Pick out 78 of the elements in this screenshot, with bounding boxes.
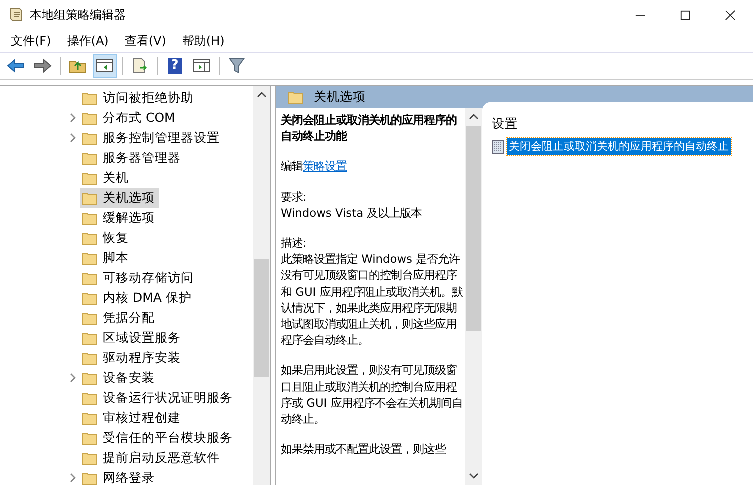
export-list-icon	[131, 58, 149, 74]
scrollbar-thumb[interactable]	[254, 259, 269, 377]
scroll-up-icon[interactable]	[256, 92, 266, 98]
tree-item[interactable]: 访问被拒绝协助	[80, 88, 198, 108]
tree-item[interactable]: 审核过程创建	[80, 408, 185, 428]
show-tree-button[interactable]	[93, 54, 117, 78]
edit-label: 编辑	[281, 159, 303, 174]
forward-arrow-icon	[34, 58, 52, 74]
folder-up-icon	[69, 58, 87, 74]
folder-icon	[82, 452, 98, 464]
expand-chevron-icon[interactable]	[70, 373, 76, 383]
scrollbar[interactable]	[465, 108, 482, 485]
tree-item[interactable]: 服务器管理器	[80, 148, 185, 168]
folder-icon	[82, 172, 98, 184]
tree-item[interactable]: 恢复	[80, 228, 133, 248]
column-header[interactable]: 设置	[492, 116, 753, 138]
folder-icon	[82, 352, 98, 364]
scroll-up-icon[interactable]	[468, 114, 478, 120]
scrollbar-thumb[interactable]	[466, 126, 481, 331]
tree-item[interactable]: 内核 DMA 保护	[80, 288, 196, 308]
app-icon	[8, 7, 24, 23]
tree-item[interactable]: 凭据分配	[80, 308, 159, 328]
pane-right-icon	[193, 58, 211, 74]
scroll-down-icon[interactable]	[468, 473, 478, 479]
requirement-label: 要求:	[281, 188, 308, 205]
folder-icon	[82, 252, 98, 264]
folder-icon	[82, 232, 98, 244]
tree-item[interactable]: 脚本	[80, 248, 133, 268]
folder-icon	[82, 192, 98, 204]
description-label: 描述:	[281, 235, 308, 252]
menu-item[interactable]: 操作(A)	[60, 30, 116, 52]
tree-item[interactable]: 可移动存储访问	[80, 268, 198, 288]
expand-chevron-icon[interactable]	[70, 473, 76, 483]
tree-item[interactable]: 设备安装	[80, 368, 159, 388]
header-title: 关机选项	[314, 88, 366, 106]
tree-item[interactable]: 驱动程序安装	[80, 348, 185, 368]
menu-item[interactable]: 文件(F)	[4, 30, 58, 52]
folder-icon	[82, 332, 98, 344]
tree-item[interactable]: 服务控制管理器设置	[80, 128, 224, 148]
tree-item[interactable]: 分布式 COM	[80, 108, 180, 128]
tree-item[interactable]: 设备运行状况证明服务	[80, 388, 237, 408]
folder-icon	[82, 392, 98, 404]
folder-icon	[82, 312, 98, 324]
folder-icon	[82, 292, 98, 304]
folder-icon	[82, 272, 98, 284]
tree-item[interactable]: 缓解选项	[80, 208, 159, 228]
folder-icon	[82, 92, 98, 104]
window-title: 本地组策略编辑器	[30, 6, 126, 24]
folder-icon	[82, 132, 98, 144]
description-text: 如果禁用或不配置此设置，则这些	[281, 441, 448, 458]
filter-icon	[228, 58, 246, 74]
tree-item[interactable]: 区域设置服务	[80, 328, 185, 348]
folder-icon	[82, 112, 98, 124]
folder-icon	[82, 372, 98, 384]
policy-title: 关闭会阻止或取消关机的应用程序的自动终止功能	[281, 112, 458, 144]
policy-setting-icon	[492, 140, 504, 154]
scrollbar[interactable]	[253, 86, 270, 485]
pane-left-icon	[96, 58, 114, 74]
folder-icon	[82, 472, 98, 484]
requirement-text: Windows Vista 及以上版本	[281, 204, 424, 222]
tree-item[interactable]: 提前启动反恶意软件	[80, 448, 224, 468]
setting-item[interactable]: 关闭会阻止或取消关机的应用程序的自动终止	[507, 138, 731, 155]
description-text: 如果启用此设置，则没有可见顶级窗口且阻止或取消关机的控制台应用程序或 GUI 应用程序不会在关机期间自动终止。	[281, 362, 463, 428]
back-arrow-icon	[7, 58, 25, 74]
tree-item[interactable]: 网络登录	[80, 468, 159, 485]
folder-icon	[288, 90, 304, 104]
policy-settings-link[interactable]: 策略设置	[303, 159, 347, 174]
folder-icon	[82, 212, 98, 224]
help-button[interactable]: ?	[163, 54, 187, 78]
tree-item[interactable]: 关机	[80, 168, 133, 188]
menu-item[interactable]: 帮助(H)	[175, 30, 232, 52]
description-text: 此策略设置指定 Windows 是否允许没有可见顶级窗口的控制台应用程序和 GUI 应用程序阻止或取消关机。默认情况下，如果此类应用程序无限期地试图取消或阻止关机，则这些应用程序会自动终止。	[281, 251, 463, 348]
tree-item[interactable]: 受信任的平台模块服务	[80, 428, 237, 448]
tree-item[interactable]: 关机选项	[80, 188, 159, 208]
folder-icon	[82, 412, 98, 424]
menu-item[interactable]: 查看(V)	[118, 30, 174, 52]
folder-icon	[82, 152, 98, 164]
folder-icon	[82, 432, 98, 444]
